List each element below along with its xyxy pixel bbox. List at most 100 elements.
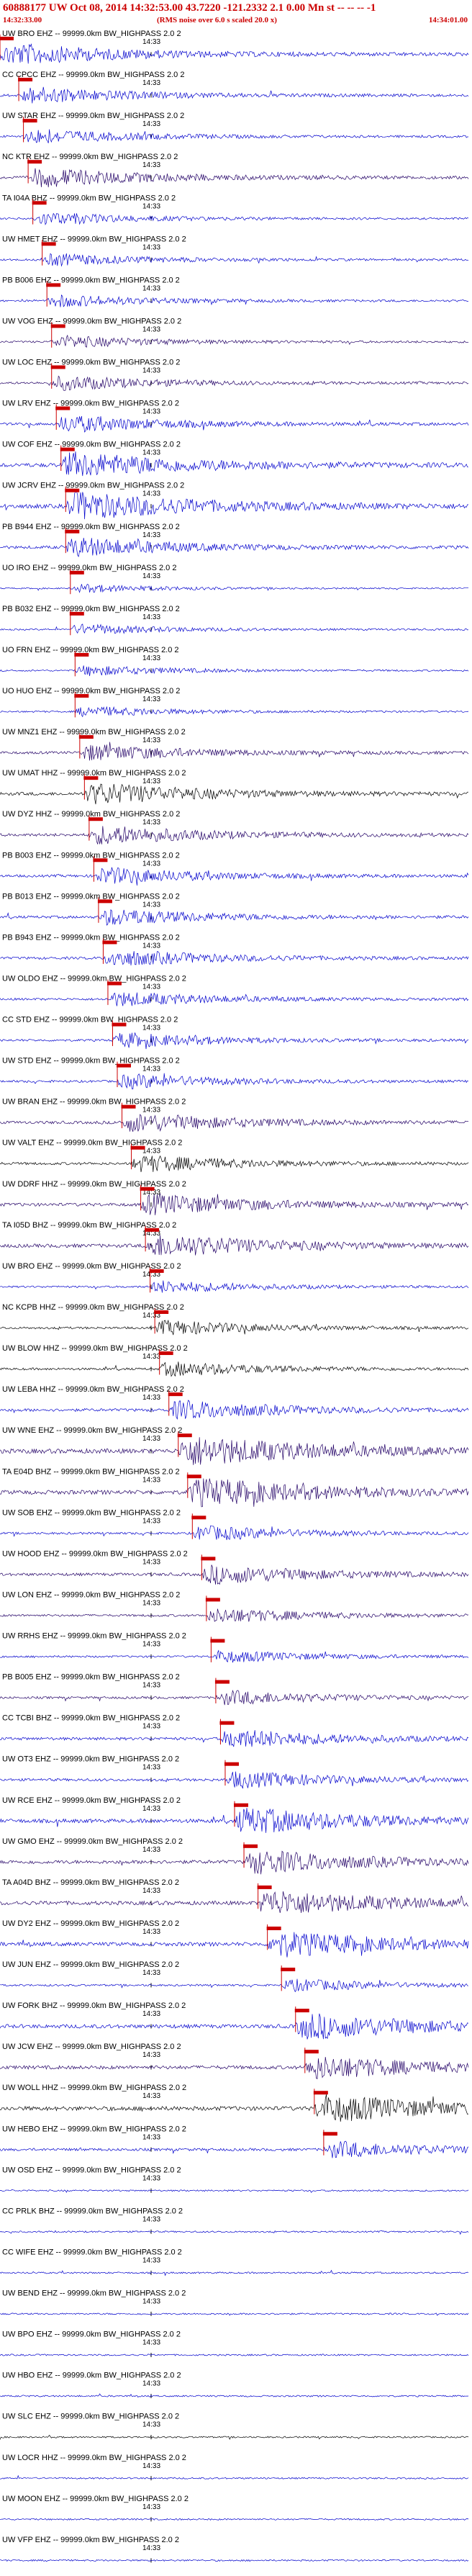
pick-marker — [88, 817, 103, 821]
trace-31: NC KCPB HHZ -- 99999.0km BW_HIGHPASS 2.0… — [0, 1303, 469, 1336]
waveform — [0, 1073, 469, 1089]
waveform — [0, 294, 469, 307]
trace-24: CC STD EHZ -- 99999.0km BW_HIGHPASS 2.0 … — [0, 1016, 469, 1050]
trace-label: UW SOB EHZ -- 99999.0km BW_HIGHPASS 2.0 … — [2, 1508, 181, 1517]
pick-marker — [158, 1351, 173, 1356]
time-tick-label: 14:33 — [142, 2462, 160, 2470]
trace-label: UO IRO EHZ -- 99999.0km BW_HIGHPASS 2.0 … — [2, 564, 176, 572]
time-tick-label: 14:33 — [142, 325, 160, 333]
time-tick-label: 14:33 — [142, 1846, 160, 1854]
pick-marker — [294, 2009, 309, 2013]
trace-27: UW VALT EHZ -- 99999.0km BW_HIGHPASS 2.0… — [0, 1139, 469, 1173]
trace-4: TA I04A BHZ -- 99999.0km BW_HIGHPASS 2.0… — [0, 194, 469, 225]
pick-marker — [18, 78, 33, 82]
time-tick-label: 14:33 — [142, 1107, 160, 1114]
trace-label: TA I04A BHZ -- 99999.0km BW_HIGHPASS 2.0… — [2, 194, 176, 202]
trace-32: UW BLOW HHZ -- 99999.0km BW_HIGHPASS 2.0… — [0, 1344, 469, 1377]
pick-marker — [117, 1063, 131, 1068]
time-tick-label: 14:33 — [142, 1969, 160, 1977]
waveform — [0, 783, 468, 805]
trace-label: UW JUN EHZ -- 99999.0km BW_HIGHPASS 2.0 … — [2, 1960, 179, 1969]
time-tick-label: 14:33 — [142, 695, 160, 703]
waveform — [0, 2474, 469, 2480]
waveform — [0, 2518, 469, 2521]
pick-marker — [0, 37, 14, 40]
waveform — [0, 742, 469, 761]
trace-61: UW VFP EHZ -- 99999.0km BW_HIGHPASS 2.0 … — [0, 2536, 469, 2563]
time-tick-label: 14:33 — [142, 1476, 160, 1484]
pick-marker — [322, 2132, 337, 2136]
trace-5: UW HMET EHZ -- 99999.0km BW_HIGHPASS 2.0… — [0, 235, 469, 267]
time-tick-label: 14:33 — [142, 1805, 160, 1813]
time-tick-label: 14:33 — [142, 2010, 160, 2018]
time-tick-label: 14:33 — [142, 1024, 160, 1032]
time-tick-label: 14:33 — [142, 2503, 160, 2511]
waveform — [0, 1978, 469, 1993]
trace-label: UO FRN EHZ -- 99999.0km BW_HIGHPASS 2.0 … — [2, 646, 179, 654]
trace-label: UW BRO EHZ -- 99999.0km BW_HIGHPASS 2.0 … — [2, 30, 181, 38]
trace-label: UW FORK BHZ -- 99999.0km BW_HIGHPASS 2.0… — [2, 2001, 186, 2010]
pick-marker — [177, 1433, 192, 1438]
waveform — [0, 2354, 469, 2356]
trace-label: UW DDRF HHZ -- 99999.0km BW_HIGHPASS 2.0… — [2, 1180, 186, 1189]
waveform — [0, 1320, 469, 1336]
trace-7: UW VOG EHZ -- 99999.0km BW_HIGHPASS 2.0 … — [0, 317, 469, 348]
trace-16: UO HUO EHZ -- 99999.0km BW_HIGHPASS 2.0 … — [0, 687, 469, 718]
trace-label: UW LRV EHZ -- 99999.0km BW_HIGHPASS 2.0 … — [2, 400, 179, 408]
trace-41: CC TCBI BHZ -- 99999.0km BW_HIGHPASS 2.0… — [0, 1714, 469, 1747]
waveform — [0, 2312, 469, 2316]
trace-3: NC KTR EHZ -- 99999.0km BW_HIGHPASS 2.0 … — [0, 153, 469, 188]
trace-label: UW WOLL HHZ -- 99999.0km BW_HIGHPASS 2.0… — [2, 2084, 186, 2092]
trace-14: PB B032 EHZ -- 99999.0km BW_HIGHPASS 2.0… — [0, 605, 469, 636]
pick-marker — [121, 1104, 136, 1109]
rms-note: (RMS noise over 6.0 s scaled 20.0 x) — [157, 16, 277, 24]
trace-2: UW STAR EHZ -- 99999.0km BW_HIGHPASS 2.0… — [0, 112, 468, 143]
trace-48: UW FORK BHZ -- 99999.0km BW_HIGHPASS 2.0… — [0, 2001, 469, 2040]
waveform — [0, 1850, 469, 1875]
pick-marker — [50, 324, 65, 328]
trace-label: UW HBO EHZ -- 99999.0km BW_HIGHPASS 2.0 … — [2, 2372, 181, 2380]
pick-marker — [60, 447, 75, 451]
trace-label: UW OLDO EHZ -- 99999.0km BW_HIGHPASS 2.0… — [2, 974, 186, 983]
time-tick-label: 14:33 — [142, 161, 160, 169]
time-tick-label: 14:33 — [142, 2215, 160, 2223]
trace-label: CC PRLK BHZ -- 99999.0km BW_HIGHPASS 2.0… — [2, 2207, 183, 2215]
trace-label: UW GMO EHZ -- 99999.0km BW_HIGHPASS 2.0 … — [2, 1837, 183, 1846]
waveform — [0, 1932, 469, 1958]
pick-marker — [219, 1721, 235, 1725]
time-tick-label: 14:33 — [142, 2380, 160, 2388]
trace-40: PB B005 EHZ -- 99999.0km BW_HIGHPASS 2.0… — [0, 1673, 469, 1706]
trace-label: CC WIFE EHZ -- 99999.0km BW_HIGHPASS 2.0… — [2, 2248, 182, 2256]
waveform — [0, 1730, 469, 1747]
waveform — [0, 2189, 469, 2193]
time-tick-label: 14:33 — [142, 983, 160, 991]
plot-header: 60888177 UW Oct 08, 2014 14:32:53.00 43.… — [0, 0, 472, 29]
time-tick-label: 14:33 — [142, 38, 160, 46]
trace-label: UW HMET EHZ -- 99999.0km BW_HIGHPASS 2.0… — [2, 235, 186, 243]
time-tick-label: 14:33 — [142, 2133, 160, 2141]
waveform — [0, 212, 469, 225]
trace-51: UW HEBO EHZ -- 99999.0km BW_HIGHPASS 2.0… — [0, 2125, 469, 2158]
waveform — [0, 2094, 469, 2122]
waveform — [0, 1361, 469, 1377]
time-tick-label: 14:33 — [142, 778, 160, 785]
pick-marker — [46, 283, 61, 287]
waveform — [0, 415, 469, 433]
trace-53: CC PRLK BHZ -- 99999.0km BW_HIGHPASS 2.0… — [0, 2207, 469, 2235]
time-tick-label: 14:33 — [142, 2421, 160, 2429]
pick-marker — [313, 2091, 328, 2095]
time-tick-label: 14:33 — [142, 1887, 160, 1895]
trace-45: TA A04D BHZ -- 99999.0km BW_HIGHPASS 2.0… — [0, 1878, 469, 1914]
trace-46: UW DY2 EHZ -- 99999.0km BW_HIGHPASS 2.0 … — [0, 1919, 469, 1958]
time-tick-label: 14:33 — [142, 2256, 160, 2264]
trace-39: UW RRHS EHZ -- 99999.0km BW_HIGHPASS 2.0… — [0, 1632, 469, 1663]
trace-11: UW JCRV EHZ -- 99999.0km BW_HIGHPASS 2.0… — [0, 482, 469, 520]
waveform — [0, 129, 468, 143]
waveform — [0, 951, 469, 965]
time-tick-label: 14:33 — [142, 79, 160, 87]
waveform — [0, 2056, 469, 2079]
waveform — [0, 1649, 469, 1663]
time-tick-label: 14:33 — [142, 2298, 160, 2306]
trace-17: UW MNZ1 EHZ -- 99999.0km BW_HIGHPASS 2.0… — [0, 728, 469, 761]
waveform — [0, 43, 469, 64]
